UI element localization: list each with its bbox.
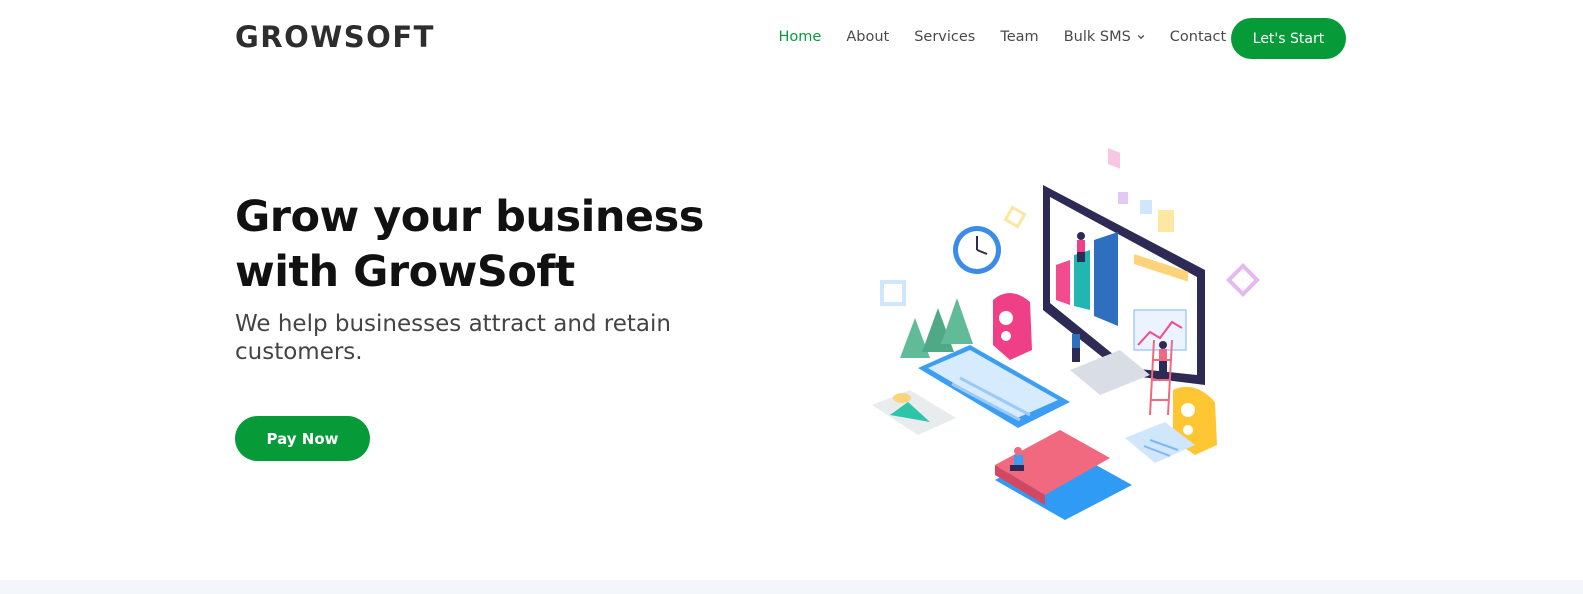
decor-square xyxy=(1118,192,1128,204)
nav-item-label: Services xyxy=(914,29,976,45)
site-logo[interactable]: GROWSOFT xyxy=(235,20,435,54)
pay-now-button[interactable]: Pay Now xyxy=(235,416,370,461)
decor-diamond xyxy=(1226,263,1260,297)
hero-title: Grow your business with GrowSoft xyxy=(235,192,704,297)
decor-square xyxy=(880,280,906,306)
tree xyxy=(941,298,973,344)
next-section-edge xyxy=(0,580,1583,594)
person-standing xyxy=(1072,326,1080,362)
nav-item-label: Team xyxy=(1000,29,1039,45)
nav-item-about[interactable]: About xyxy=(834,26,902,48)
nav-item-label: Home xyxy=(778,29,822,45)
main-nav: Home About Services Team Bulk SMS Contac… xyxy=(766,26,1239,48)
decor-square xyxy=(1003,205,1027,229)
nav-item-bulk-sms[interactable]: Bulk SMS xyxy=(1051,26,1157,48)
hero-illustration xyxy=(872,148,1260,520)
nav-item-home[interactable]: Home xyxy=(766,26,834,48)
nav-item-label: Bulk SMS xyxy=(1063,29,1131,45)
nav-item-label: Contact xyxy=(1169,29,1227,45)
nav-item-label: About xyxy=(846,29,890,45)
nav-item-services[interactable]: Services xyxy=(902,26,988,48)
person-on-ladder xyxy=(1159,341,1167,373)
decor-square xyxy=(1140,200,1152,214)
nav-item-team[interactable]: Team xyxy=(988,26,1051,48)
chevron-down-icon xyxy=(1137,34,1145,40)
decor-square xyxy=(1158,210,1174,232)
speaker-left xyxy=(993,292,1032,360)
person-on-chart xyxy=(1077,232,1085,262)
hero-subtitle: We help businesses attract and retain cu… xyxy=(235,311,671,365)
decor-square xyxy=(1108,148,1120,169)
chart-bar xyxy=(1094,232,1118,326)
chart-bar xyxy=(1056,260,1070,305)
nav-item-contact[interactable]: Contact xyxy=(1157,26,1238,48)
lets-start-button[interactable]: Let's Start xyxy=(1231,18,1346,59)
site-header: GROWSOFT Home About Services Team Bulk S… xyxy=(0,0,1583,76)
